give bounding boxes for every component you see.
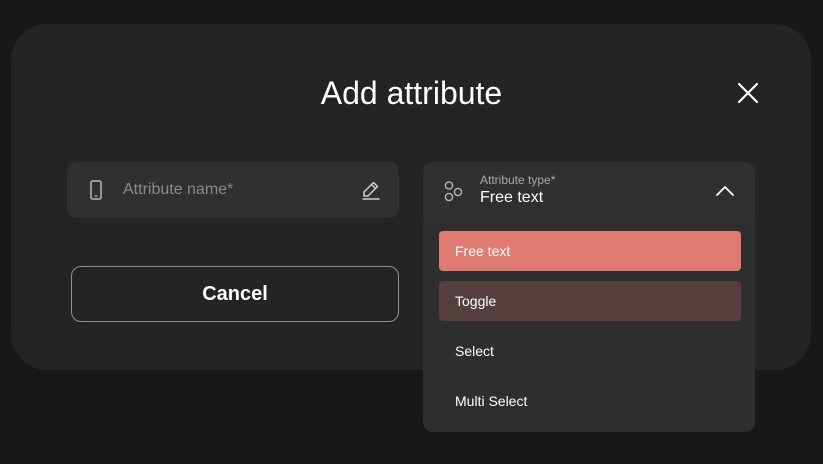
option-multi-select[interactable]: Multi Select: [439, 381, 741, 421]
option-toggle[interactable]: Toggle: [439, 281, 741, 321]
phone-icon: [90, 180, 102, 200]
option-select[interactable]: Select: [439, 331, 741, 371]
attribute-type-dropdown: Free text Toggle Select Multi Select: [423, 218, 755, 432]
close-icon: [737, 82, 759, 104]
chevron-up-icon[interactable]: [714, 180, 736, 202]
attribute-name-field[interactable]: Attribute name*: [67, 162, 399, 218]
attribute-name-placeholder[interactable]: Attribute name*: [123, 180, 233, 200]
attribute-type-value: Free text: [480, 189, 544, 206]
edit-icon[interactable]: [359, 178, 383, 202]
attribute-type-icon: [444, 181, 463, 202]
dialog-title: Add attribute: [320, 75, 503, 111]
option-free-text[interactable]: Free text: [439, 231, 741, 271]
close-button[interactable]: [734, 79, 762, 107]
attribute-type-label: Attribute type*: [480, 173, 556, 187]
cancel-button[interactable]: Cancel: [71, 266, 399, 322]
attribute-type-select[interactable]: Attribute type* Free text: [423, 162, 755, 218]
